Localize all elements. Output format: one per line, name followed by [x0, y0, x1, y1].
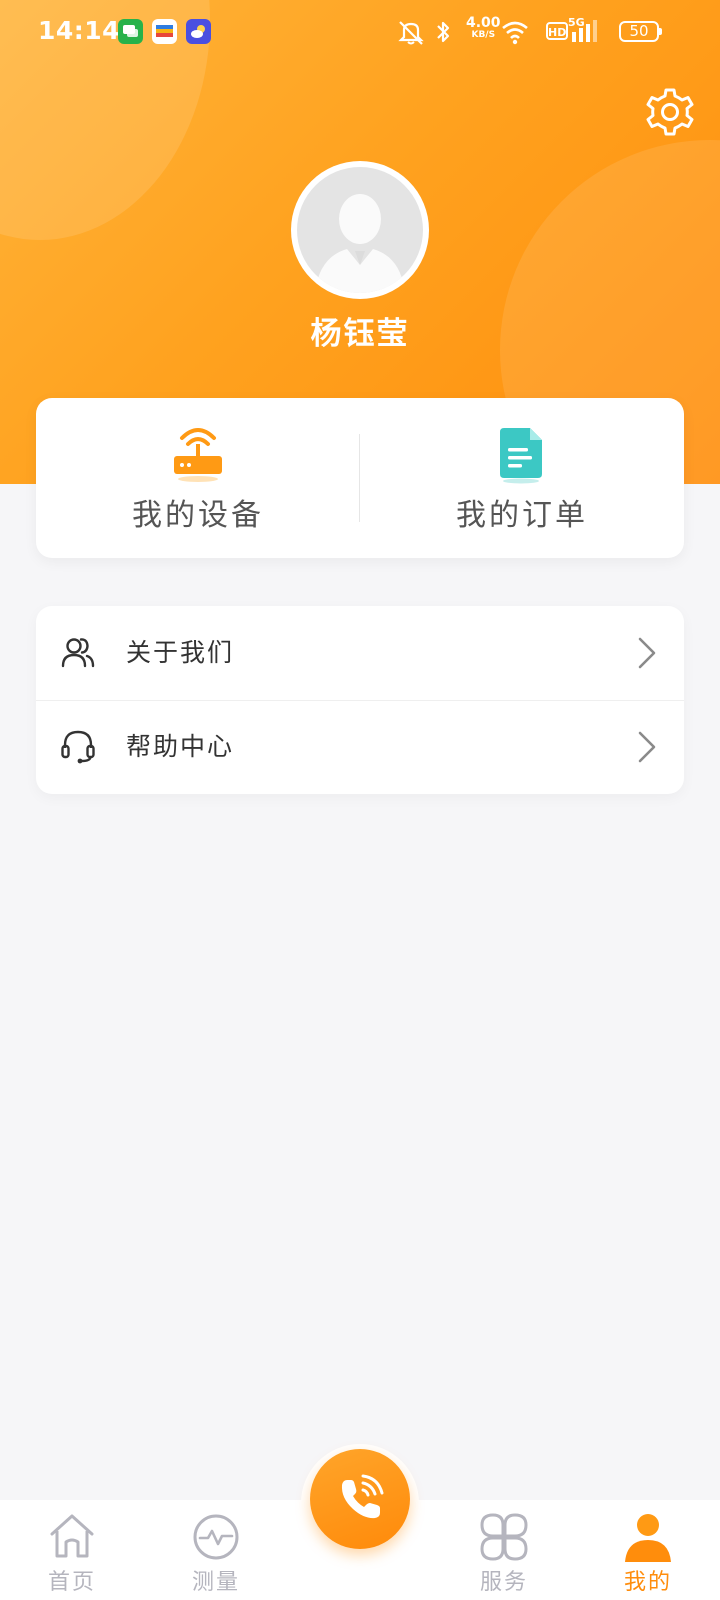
- wifi-icon: [502, 21, 528, 45]
- bluetooth-icon: [437, 21, 450, 43]
- router-icon: [174, 428, 222, 482]
- username: 杨钰莹: [310, 316, 410, 352]
- menu-item-about-us[interactable]: 关于我们: [36, 606, 684, 700]
- hd-badge: HD: [546, 22, 568, 40]
- avatar[interactable]: [291, 161, 429, 299]
- mute-icon: [398, 21, 424, 45]
- weather-app-icon: [186, 19, 211, 44]
- gear-icon: [646, 88, 694, 136]
- network-speed: 4.00 KB/S: [466, 16, 501, 40]
- menu-item-label: 关于我们: [126, 638, 235, 667]
- menu-item-help-center[interactable]: 帮助中心: [36, 700, 684, 794]
- battery-indicator: 50: [619, 21, 662, 42]
- call-button[interactable]: [310, 1449, 410, 1549]
- quick-actions-card: 我的设备 我的订单: [36, 398, 684, 558]
- tab-label: 首页: [47, 1570, 96, 1595]
- default-avatar-icon: [315, 194, 405, 293]
- users-icon: [61, 638, 95, 668]
- network-speed-unit: KB/S: [471, 30, 496, 40]
- tab-label: 我的: [623, 1570, 672, 1595]
- status-time: 14:14: [38, 16, 121, 45]
- my-orders-button[interactable]: 我的订单: [360, 398, 684, 558]
- network-speed-value: 4.00: [466, 15, 501, 31]
- my-orders-label: 我的订单: [456, 498, 588, 533]
- pulse-icon: [193, 1514, 239, 1560]
- my-devices-label: 我的设备: [132, 498, 264, 533]
- status-bar: 14:14 4.00 KB/S HD 5G 50: [0, 0, 720, 64]
- tab-label: 服务: [479, 1570, 528, 1595]
- person-icon: [625, 1514, 671, 1562]
- tab-home[interactable]: 首页: [0, 1500, 144, 1600]
- headset-icon: [61, 730, 95, 764]
- signal-icon: [572, 20, 597, 42]
- grid-icon: [480, 1513, 528, 1561]
- chevron-right-icon: [638, 637, 656, 669]
- my-devices-button[interactable]: 我的设备: [36, 398, 360, 558]
- tab-measure[interactable]: 测量: [144, 1500, 288, 1600]
- tab-mine[interactable]: 我的: [576, 1500, 720, 1600]
- tab-label: 测量: [191, 1570, 240, 1595]
- home-icon: [50, 1514, 94, 1558]
- chat-app-icon: [118, 19, 143, 44]
- chevron-right-icon: [638, 731, 656, 763]
- wallet-app-icon: [152, 19, 177, 44]
- phone-call-icon: [341, 1474, 384, 1519]
- tab-services[interactable]: 服务: [432, 1500, 576, 1600]
- menu-item-label: 帮助中心: [126, 732, 235, 761]
- document-icon: [500, 428, 542, 484]
- menu-list: 关于我们 帮助中心: [36, 606, 684, 794]
- avatar-placeholder: [297, 167, 423, 293]
- settings-button[interactable]: [644, 86, 696, 138]
